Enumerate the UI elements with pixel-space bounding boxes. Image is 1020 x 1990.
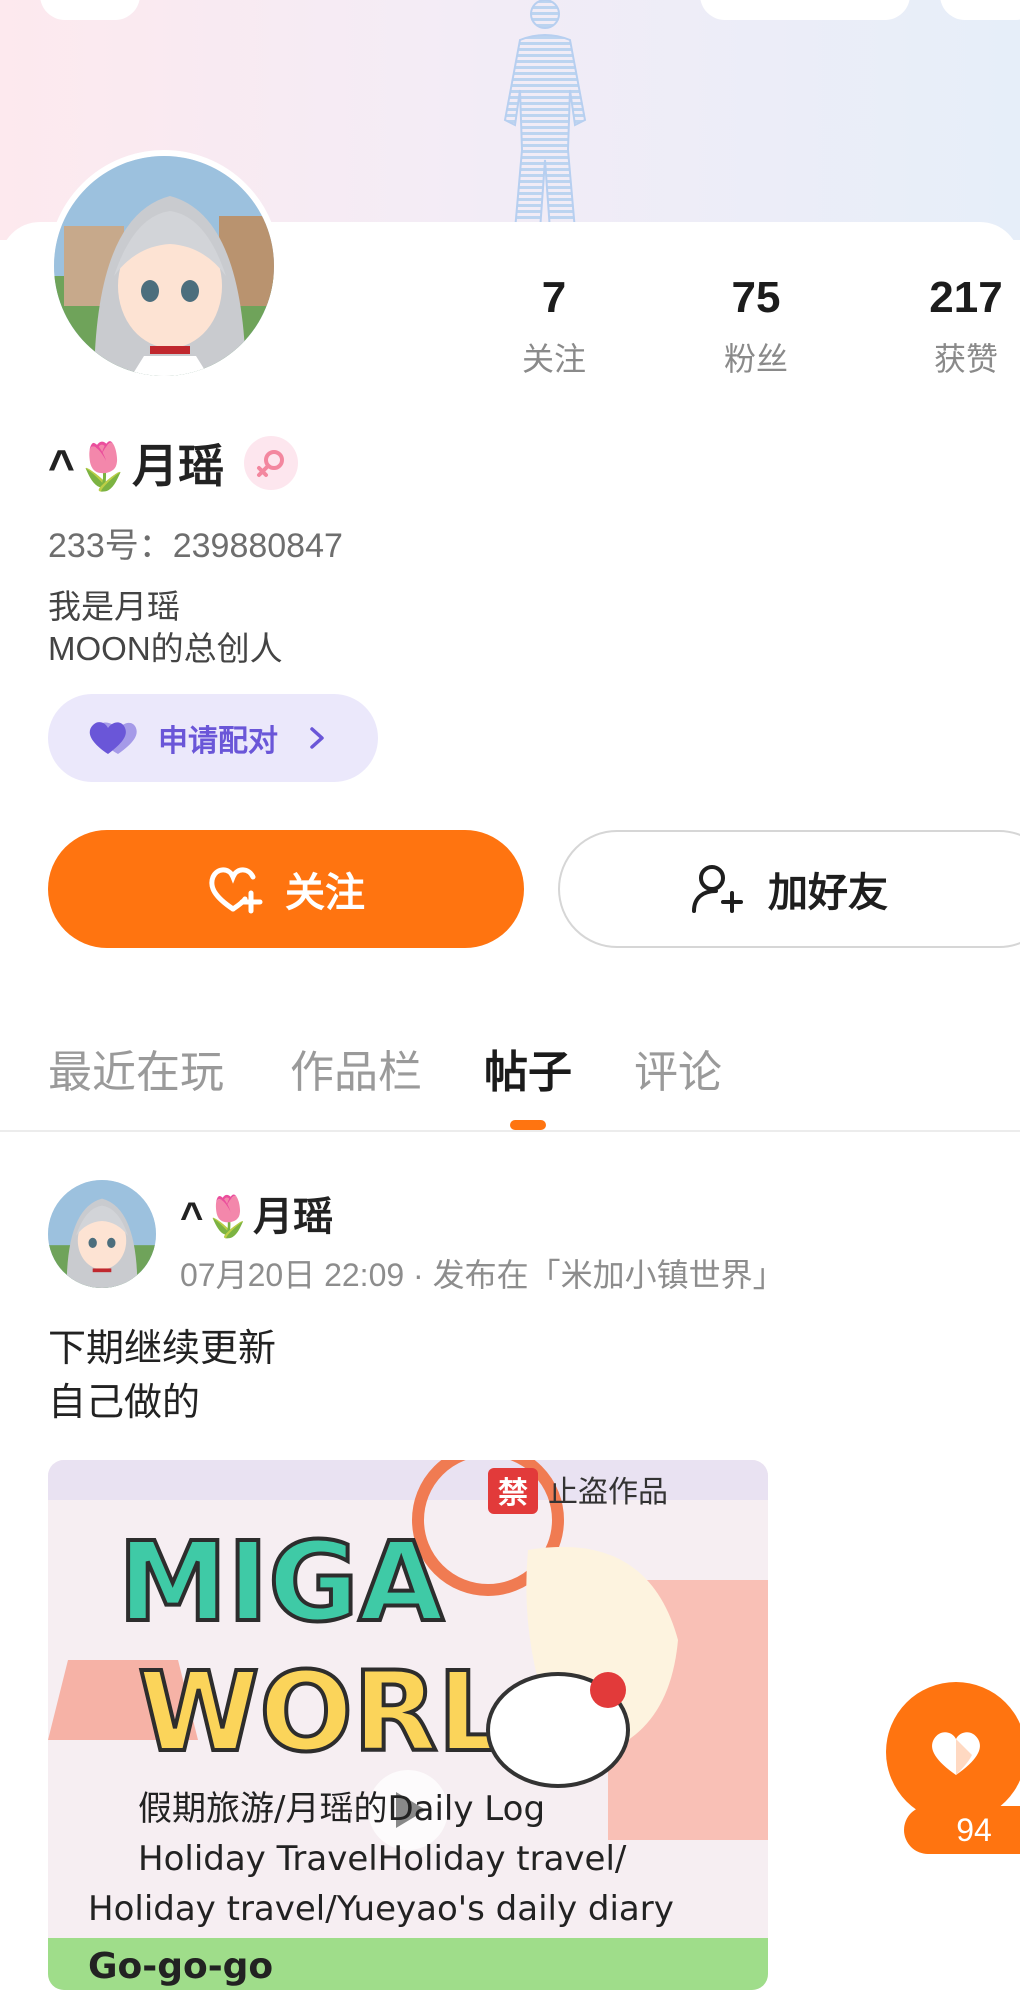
thumb-caption-1: 假期旅游/月瑶的Daily Log [138, 1789, 545, 1829]
tab-works[interactable]: 作品栏 [290, 1036, 422, 1100]
avatar-figure-icon [503, 0, 587, 230]
stat-followers[interactable]: 75 粉丝 [676, 272, 836, 380]
add-user-icon [692, 865, 743, 913]
more-button[interactable] [940, 0, 1020, 20]
stat-label: 获赞 [933, 341, 998, 377]
stat-label: 关注 [521, 341, 586, 377]
tab-recently-played[interactable]: 最近在玩 [48, 1036, 224, 1100]
post-author-avatar[interactable] [48, 1180, 156, 1288]
thumb-caption-3: Holiday travel/Yueyao's daily diary [88, 1889, 674, 1929]
post-author-name[interactable]: ^🌷月瑶 [180, 1184, 333, 1242]
follow-button[interactable]: 关注 [48, 830, 524, 948]
thumb-title-1: MIGA [118, 1518, 444, 1646]
profile-bio: 我是月瑶 MOON的总创人 [48, 586, 283, 670]
active-tab-indicator [510, 1120, 546, 1130]
banner-text: 止盗作品 [548, 1475, 668, 1510]
apply-pairing-label: 申请配对 [158, 725, 278, 758]
post-meta: 07月20日 22:09 · 发布在「米加小镇世界」 [180, 1257, 785, 1293]
double-heart-icon [89, 722, 137, 754]
user-id: 233号：239880847 [48, 527, 343, 565]
top-action-button[interactable] [700, 0, 910, 20]
like-count: 94 [904, 1806, 1020, 1854]
add-friend-label: 加好友 [768, 871, 888, 915]
chevron-right-icon [310, 727, 324, 749]
stat-value: 75 [731, 273, 781, 322]
stat-value: 7 [541, 273, 567, 322]
post-video-thumbnail[interactable]: 禁 止盗作品 MIGA WORL 假期旅游/月瑶的Daily Log Holid… [48, 1460, 768, 1990]
avatar[interactable] [48, 150, 280, 382]
divider [0, 1130, 1020, 1132]
heart-icon [932, 1732, 980, 1775]
profile-name: ^🌷月瑶 [48, 440, 225, 492]
thumb-caption-2: Holiday TravelHoliday travel/ [138, 1839, 627, 1879]
tab-comments[interactable]: 评论 [634, 1036, 722, 1100]
thumb-title-2: WORL [138, 1648, 508, 1776]
stat-value: 217 [929, 273, 1003, 322]
bio-line: 我是月瑶 [48, 588, 180, 625]
stat-likes[interactable]: 217 获赞 [886, 272, 1020, 380]
heart-plus-icon [209, 867, 263, 914]
follow-label: 关注 [285, 871, 365, 915]
like-button[interactable] [886, 1682, 1020, 1822]
female-gender-icon [244, 436, 299, 490]
stat-label: 粉丝 [723, 341, 788, 377]
post-text-line: 下期继续更新 [48, 1328, 277, 1370]
profile-name-row: ^🌷月瑶 [48, 430, 299, 496]
bio-line: MOON的总创人 [48, 630, 283, 667]
thumb-caption-4: Go-go-go [88, 1946, 273, 1987]
apply-pairing-button[interactable]: 申请配对 [48, 694, 378, 782]
post-text-line: 自己做的 [48, 1382, 201, 1424]
svg-text:禁: 禁 [498, 1476, 528, 1511]
back-button[interactable] [40, 0, 140, 20]
stat-following[interactable]: 7 关注 [474, 272, 634, 380]
post-text: 下期继续更新 自己做的 [48, 1322, 276, 1430]
add-friend-button[interactable]: 加好友 [558, 830, 1020, 948]
tab-posts[interactable]: 帖子 [484, 1036, 572, 1100]
